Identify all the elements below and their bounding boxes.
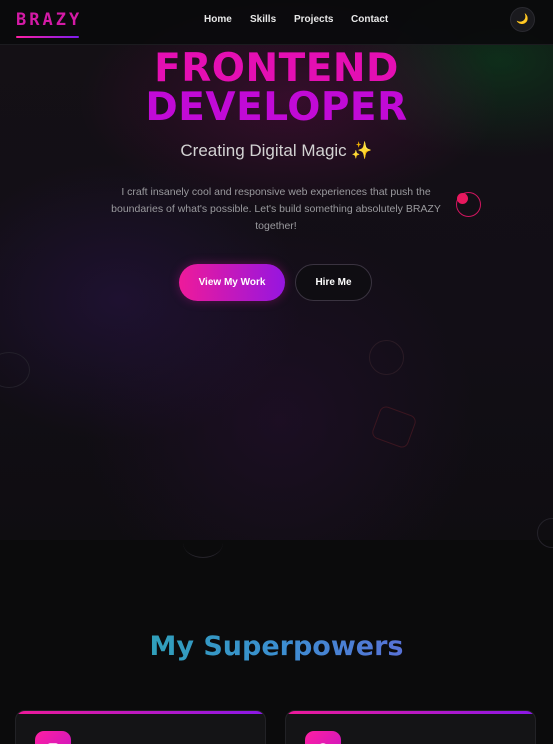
page: BRAZY Home Skills Projects Contact 🌙 FRO… — [0, 0, 553, 744]
view-my-work-button[interactable]: View My Work — [179, 264, 285, 301]
hero-subtitle: Creating Digital Magic ✨ — [0, 141, 553, 161]
skill-card — [285, 710, 536, 744]
skill-card — [15, 710, 266, 744]
skill-icon — [35, 731, 71, 744]
nav-link-home[interactable]: Home — [204, 14, 232, 25]
skill-icon — [305, 731, 341, 744]
decorative-dot — [457, 193, 468, 204]
top-navigation: BRAZY Home Skills Projects Contact 🌙 — [0, 0, 553, 45]
moon-icon: 🌙 — [516, 14, 529, 25]
nav-link-skills[interactable]: Skills — [250, 14, 276, 25]
logo-underline — [16, 36, 79, 38]
nav-link-projects[interactable]: Projects — [294, 14, 333, 25]
section-title: My Superpowers — [0, 631, 553, 662]
hero-subtitle-text: Creating Digital Magic — [180, 141, 347, 160]
nav-links: Home Skills Projects Contact — [0, 14, 553, 28]
theme-toggle-button[interactable]: 🌙 — [510, 7, 535, 32]
hero-description: I craft insanely cool and responsive web… — [111, 186, 441, 232]
decorative-arc — [183, 528, 223, 558]
hero-title-line1: FRONTEND — [154, 46, 399, 91]
hero-title-line2: DEVELOPER — [145, 85, 408, 130]
nav-link-contact[interactable]: Contact — [351, 14, 388, 25]
sparkles-icon: ✨ — [351, 141, 373, 160]
decorative-ring — [369, 340, 404, 375]
hire-me-button[interactable]: Hire Me — [295, 264, 372, 301]
